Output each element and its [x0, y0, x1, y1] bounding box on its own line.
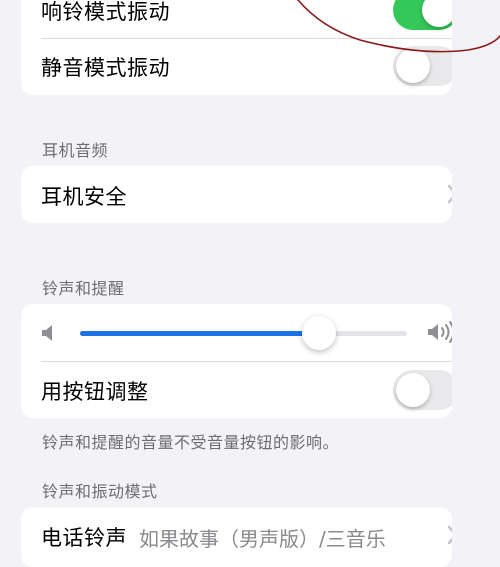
headphone-audio-header: 耳机音频: [42, 141, 109, 160]
toggle-knob: [396, 373, 430, 407]
change-with-buttons-row[interactable]: 用按钮调整: [21, 361, 452, 418]
ringtone-value: 如果故事（男声版）/三音乐: [139, 527, 386, 551]
chevron-right-icon: [447, 525, 452, 545]
ringer-volume-slider[interactable]: [80, 331, 407, 336]
ring-vibrate-row[interactable]: 响铃模式振动: [21, 0, 452, 38]
sounds-patterns-card: 电话铃声 如果故事（男声版）/三音乐: [21, 507, 452, 567]
silent-vibrate-toggle[interactable]: [393, 46, 452, 86]
ring-vibrate-label: 响铃模式振动: [41, 0, 170, 24]
change-with-buttons-label: 用按钮调整: [41, 380, 149, 404]
volume-row: [21, 304, 452, 361]
ring-vibrate-toggle[interactable]: [393, 0, 452, 30]
ringtone-label: 电话铃声: [41, 526, 127, 550]
ringer-alerts-header: 铃声和提醒: [42, 279, 125, 298]
headphone-audio-card: 耳机安全: [21, 166, 452, 223]
vibration-card: 响铃模式振动 静音模式振动: [21, 0, 452, 95]
sounds-patterns-header: 铃声和振动模式: [42, 482, 158, 501]
toggle-knob: [396, 49, 430, 83]
chevron-right-icon: [447, 184, 452, 204]
speaker-low-icon: [42, 325, 52, 341]
speaker-high-icon: [428, 321, 452, 343]
ringtone-row[interactable]: 电话铃声 如果故事（男声版）/三音乐: [21, 507, 452, 567]
headphone-safety-label: 耳机安全: [41, 185, 127, 209]
silent-vibrate-row[interactable]: 静音模式振动: [21, 38, 452, 95]
ringer-card: 用按钮调整: [21, 304, 452, 418]
silent-vibrate-label: 静音模式振动: [41, 56, 170, 80]
slider-fill: [80, 331, 319, 336]
ringer-footnote: 铃声和提醒的音量不受音量按钮的影响。: [42, 433, 340, 452]
change-with-buttons-toggle[interactable]: [393, 370, 452, 410]
toggle-knob: [422, 0, 452, 27]
slider-thumb[interactable]: [301, 316, 336, 350]
headphone-safety-row[interactable]: 耳机安全: [21, 166, 452, 223]
